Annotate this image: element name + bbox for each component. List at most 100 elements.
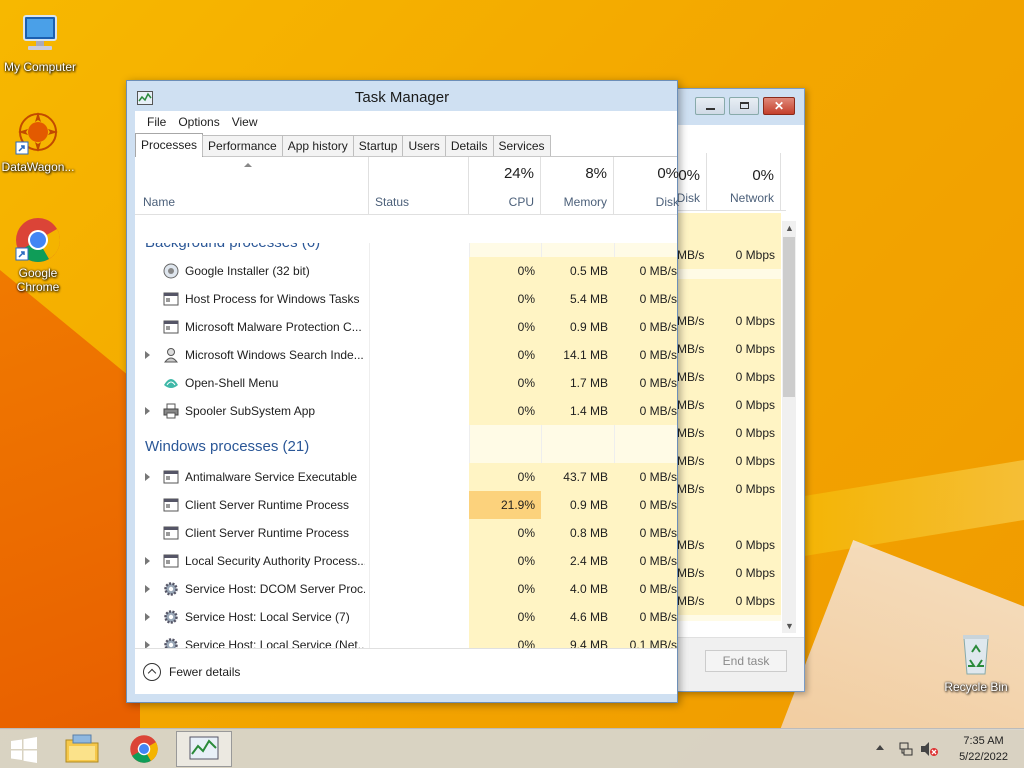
expand-arrow-icon[interactable] (145, 557, 150, 565)
process-name: Microsoft Windows Search Inde... (185, 348, 364, 362)
table-row[interactable]: MB/s 0 Mbps (677, 363, 781, 391)
window-icon (163, 319, 179, 335)
tab-users[interactable]: Users (402, 135, 446, 156)
table-row[interactable]: Spooler SubSystem App 0% 1.4 MB 0 MB/s (135, 397, 677, 425)
table-row[interactable]: MB/s 0 Mbps (677, 391, 781, 419)
table-row[interactable] (677, 213, 781, 241)
expand-arrow-icon[interactable] (145, 351, 150, 359)
scroll-up-icon[interactable]: ▲ (785, 223, 794, 233)
disk-column-header[interactable]: 0% Disk (677, 153, 707, 211)
status-column-header[interactable]: Status (369, 157, 469, 215)
show-hidden-icons-button[interactable] (876, 745, 884, 750)
tab-startup[interactable]: Startup (352, 135, 404, 156)
memory-value: 2.4 MB (541, 547, 614, 575)
table-row[interactable]: Antimalware Service Executable 0% 43.7 MB 0… (135, 463, 677, 491)
table-row[interactable] (677, 279, 781, 307)
scroll-down-icon[interactable]: ▼ (785, 621, 794, 631)
memory-value: 0.9 MB (541, 491, 614, 519)
disk-column-header[interactable]: 0% Disk (614, 157, 679, 215)
fewer-details-button[interactable]: Fewer details (143, 663, 240, 681)
taskbar-chrome[interactable] (116, 731, 172, 767)
disk-value: MB/s (677, 241, 707, 269)
close-button[interactable]: ✕ (763, 97, 795, 115)
table-row[interactable]: Service Host: Local Service (7) 0% 4.6 MB 0… (135, 603, 677, 631)
maximize-button[interactable] (729, 97, 759, 115)
table-row[interactable]: MB/s 0 Mbps (677, 335, 781, 363)
table-row[interactable]: Client Server Runtime Process 0% 0.8 MB 0 M… (135, 519, 677, 547)
task-manager-window[interactable]: Task Manager File Options View Processes… (126, 80, 679, 703)
table-row[interactable]: Service Host: DCOM Server Proc... 0% 4.0 M… (135, 575, 677, 603)
table-row[interactable]: Host Process for Windows Tasks 0% 5.4 MB 0 … (135, 285, 677, 313)
menu-view[interactable]: View (226, 115, 264, 129)
task-manager-icon (137, 91, 153, 105)
system-clock[interactable]: 7:35 AM 5/22/2022 (959, 733, 1008, 765)
process-list[interactable]: Background processes (6)Google Installer… (135, 243, 677, 669)
network-label: Network (729, 191, 774, 205)
expand-arrow-icon[interactable] (145, 613, 150, 621)
start-button[interactable] (0, 731, 48, 767)
volume-muted-icon[interactable] (920, 741, 938, 757)
expand-arrow-icon[interactable] (145, 585, 150, 593)
name-column-header[interactable]: Name (135, 157, 369, 215)
process-name: Client Server Runtime Process (185, 498, 350, 512)
column-header: Name Status 24% CPU 8% Memory 0% Disk (135, 157, 679, 215)
table-row[interactable]: Open-Shell Menu 0% 1.7 MB 0 MB/s (135, 369, 677, 397)
process-name: Microsoft Malware Protection C... (185, 320, 362, 334)
taskbar-task-manager[interactable] (176, 731, 232, 767)
disk-value: 0 MB/s (614, 369, 677, 397)
memory-value: 0.8 MB (541, 519, 614, 547)
cpu-percent: 24% (503, 165, 534, 182)
memory-column-header[interactable]: 8% Memory (541, 157, 614, 215)
table-row[interactable]: Client Server Runtime Process 21.9% 0.9 MB… (135, 491, 677, 519)
table-row[interactable]: MB/s 0 Mbps (677, 587, 781, 615)
table-row[interactable]: MB/s 0 Mbps (677, 559, 781, 587)
memory-value: 43.7 MB (541, 463, 614, 491)
table-row[interactable]: Microsoft Windows Search Inde... 0% 14.1 M… (135, 341, 677, 369)
tab-details[interactable]: Details (444, 135, 494, 156)
taskbar: 7:35 AM 5/22/2022 (0, 728, 1024, 768)
menu-file[interactable]: File (141, 115, 172, 129)
group-header-windows[interactable]: Windows processes (21) (145, 433, 309, 461)
background-window-titlebar[interactable]: ✕ (677, 89, 804, 125)
taskbar-file-explorer[interactable] (54, 731, 110, 767)
expand-arrow-icon[interactable] (145, 407, 150, 415)
desktop-icon-my-computer[interactable]: My Computer (0, 10, 80, 74)
computer-icon (16, 10, 64, 58)
table-row[interactable]: MB/s 0 Mbps (677, 475, 781, 503)
table-row[interactable]: MB/s 0 Mbps (677, 531, 781, 559)
table-row[interactable]: Microsoft Malware Protection C... 0% 0.9 M… (135, 313, 677, 341)
group-header-background[interactable]: Background processes (6) (145, 243, 320, 257)
minimize-button[interactable] (695, 97, 725, 115)
scroll-thumb[interactable] (783, 237, 795, 397)
table-row[interactable]: Google Installer (32 bit) 0% 0.5 MB 0 MB/s (135, 257, 677, 285)
disk-value: MB/s (677, 559, 707, 587)
window-client: File Options View Processes Performance … (135, 111, 679, 694)
cpu-column-header[interactable]: 24% CPU (469, 157, 541, 215)
table-row[interactable]: MB/s 0 Mbps (677, 307, 781, 335)
network-column-header[interactable]: 0% Network (707, 153, 781, 211)
desktop-icon-datawagon[interactable]: DataWagon... (0, 110, 78, 174)
tab-performance[interactable]: Performance (202, 135, 283, 156)
desktop-icon-google-chrome[interactable]: Google Chrome (0, 216, 78, 294)
minimize-icon (706, 108, 715, 110)
table-row[interactable]: MB/s 0 Mbps (677, 447, 781, 475)
memory-label: Memory (563, 195, 607, 209)
background-window[interactable]: ✕ 0% Disk 0% Network MB/s 0 Mbps MB/s 0 Mbp… (677, 88, 805, 692)
table-row[interactable]: MB/s 0 Mbps (677, 241, 781, 269)
table-row[interactable]: Local Security Authority Process... 0% 2.4… (135, 547, 677, 575)
vertical-scrollbar[interactable]: ▲ ▼ (782, 221, 796, 633)
cpu-value: 0% (469, 397, 541, 425)
window-titlebar[interactable]: Task Manager (127, 81, 677, 111)
tab-processes[interactable]: Processes (135, 133, 204, 157)
expand-arrow-icon[interactable] (145, 473, 150, 481)
end-task-button[interactable]: End task (705, 650, 787, 672)
network-value: 0 Mbps (707, 559, 781, 587)
disk-value: 0 MB/s (614, 491, 677, 519)
network-icon[interactable] (898, 741, 914, 757)
desktop-icon-recycle-bin[interactable]: Recycle Bin (936, 630, 1016, 694)
table-row[interactable] (677, 503, 781, 531)
tab-services[interactable]: Services (492, 135, 551, 156)
menu-options[interactable]: Options (172, 115, 225, 129)
table-row[interactable]: MB/s 0 Mbps (677, 419, 781, 447)
tab-app-history[interactable]: App history (281, 135, 354, 156)
